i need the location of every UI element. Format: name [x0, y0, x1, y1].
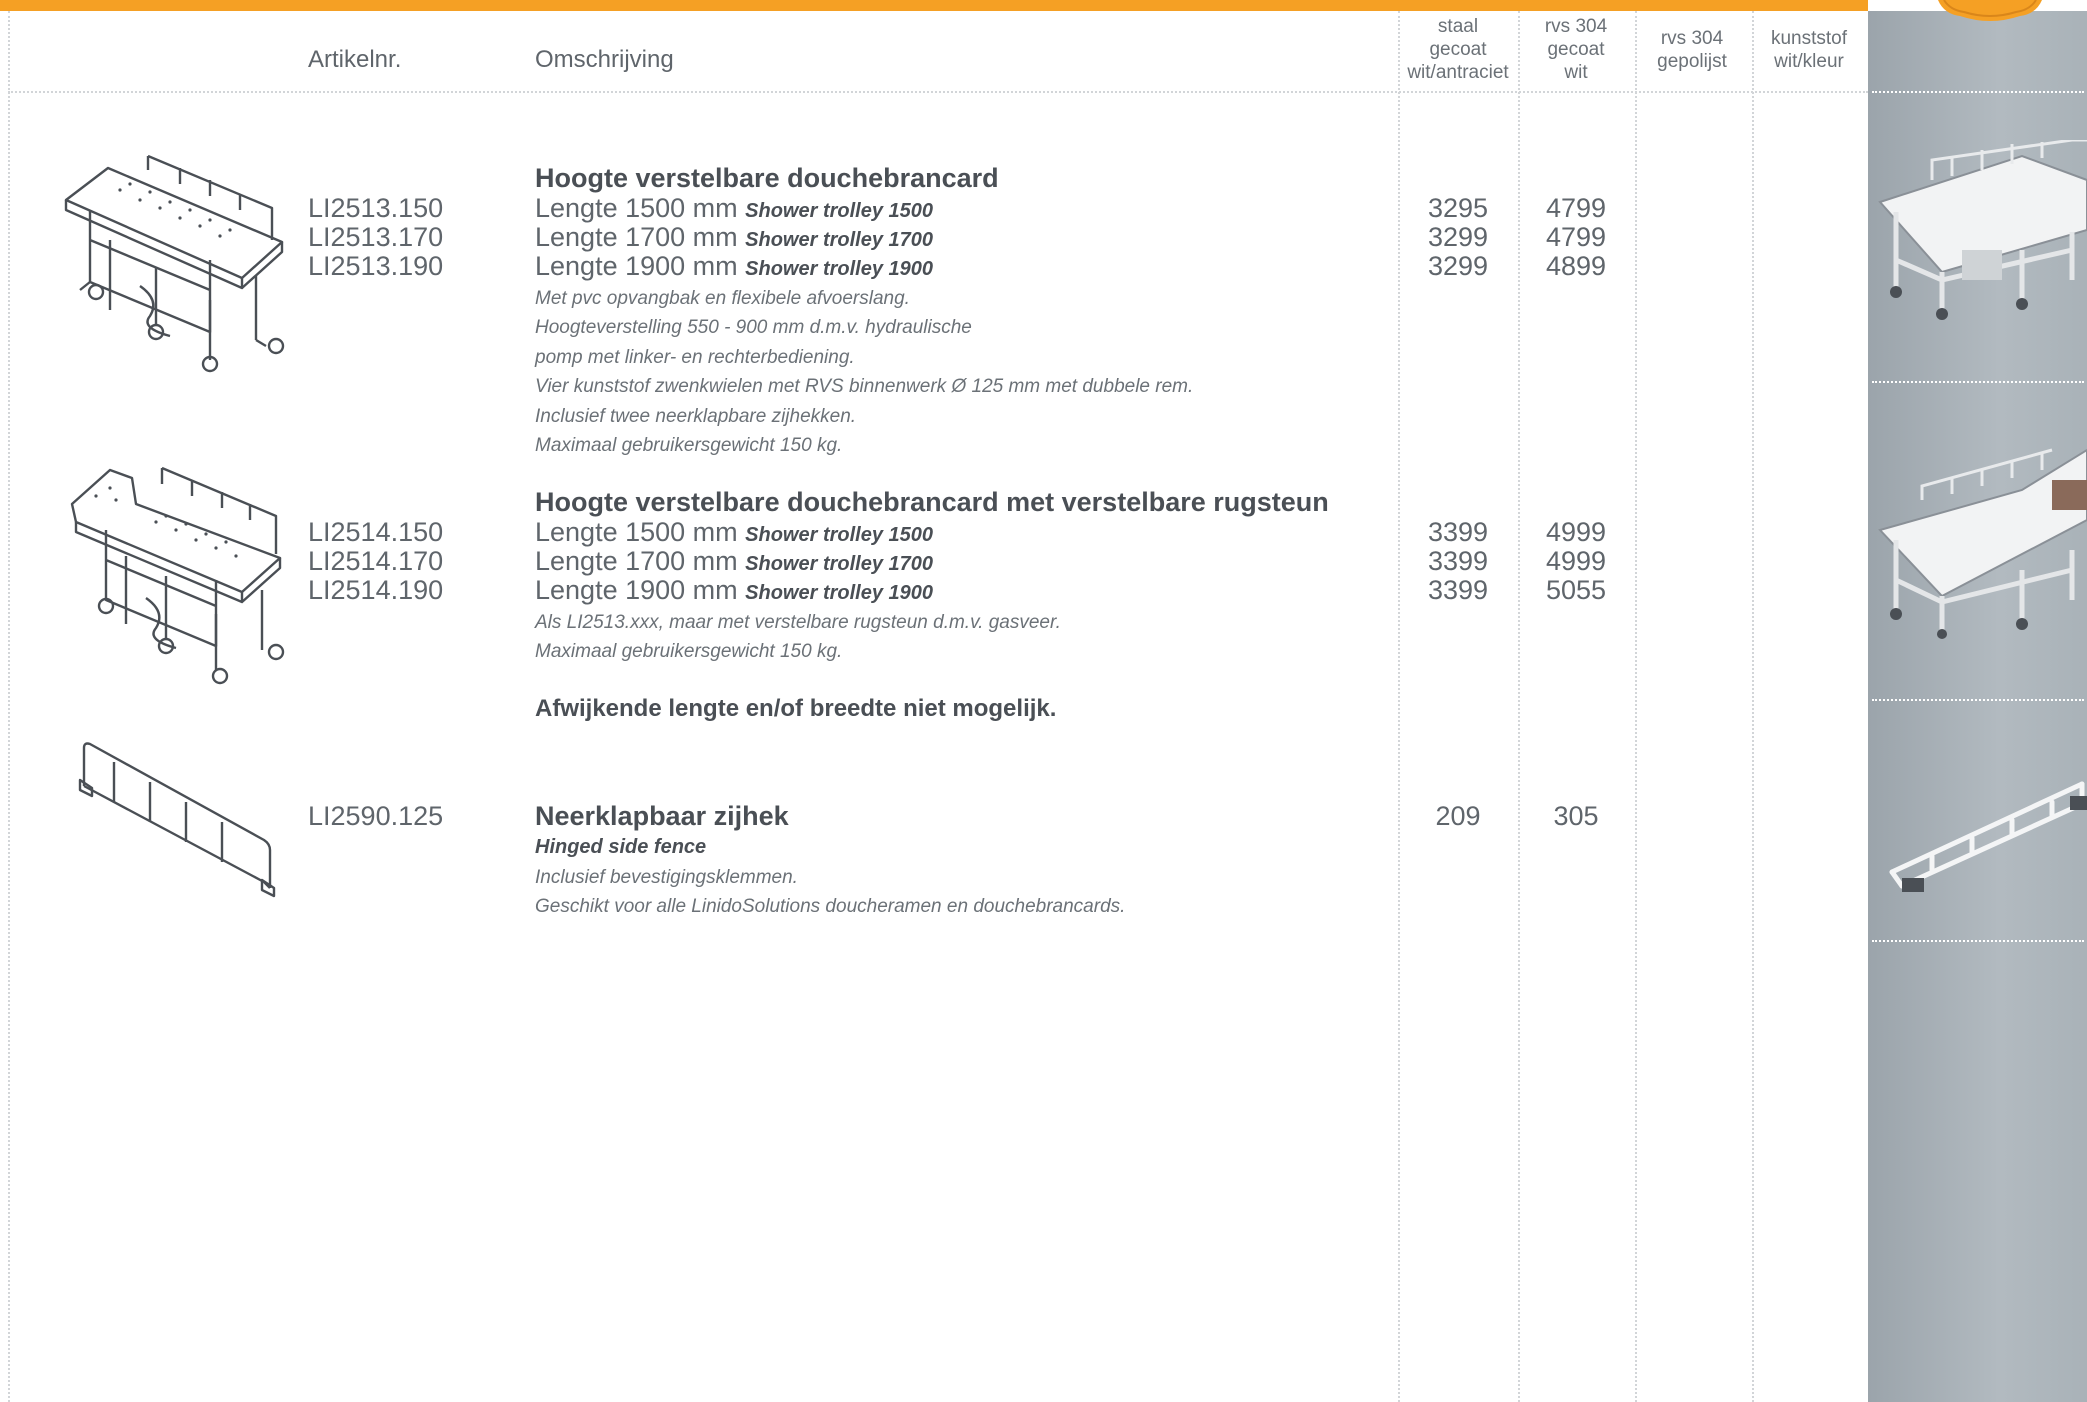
variant-label: Lengte 1500 mm	[535, 193, 738, 223]
column-divider	[1752, 11, 1754, 1402]
panel-divider	[1872, 940, 2084, 942]
side-fence-photo	[1889, 781, 2087, 892]
description-line: Inclusief twee neerklapbare zijhekken.	[535, 405, 857, 427]
variant-english: Shower trolley 1500	[745, 200, 934, 222]
shower-trolley-backrest-photo	[1878, 448, 2087, 639]
description-line: Met pvc opvangbak en flexibele afvoersla…	[535, 288, 910, 309]
product-english-name: Hinged side fence	[535, 836, 707, 858]
column-header-staal: staal gecoat wit/antraciet	[1407, 16, 1509, 83]
shower-trolley-photo	[1878, 140, 2087, 320]
product-title: Hoogte verstelbare douchebrancard met ve…	[535, 487, 1329, 517]
variant-label: Lengte 1700 mm	[535, 546, 738, 576]
article-codes: LI2514.150 LI2514.170 LI2514.190	[308, 517, 444, 605]
variant-row: Lengte 1700 mm Shower trolley 1700	[535, 223, 933, 252]
variant-english: Shower trolley 1500	[745, 524, 934, 546]
variant-label: Lengte 1700 mm	[535, 222, 738, 252]
product-title: Hoogte verstelbare douchebrancard	[535, 163, 999, 193]
variant-row: Lengte 1500 mm Shower trolley 1500	[535, 518, 933, 547]
variant-english: Shower trolley 1700	[745, 553, 934, 575]
product-title: Neerklapbaar zijhek	[535, 801, 789, 831]
description-line: Geschikt voor alle LinidoSolutions douch…	[535, 896, 1126, 918]
price-staal: 3295 3299 3299	[1427, 193, 1489, 281]
price-staal: 3399 3399 3399	[1427, 517, 1489, 605]
accent-bar	[0, 0, 1868, 11]
description-line: Vier kunststof zwenkwielen met RVS binne…	[535, 376, 1194, 398]
description-line: Inclusief bevestigingsklemmen.	[535, 867, 798, 888]
variant-label: Lengte 1900 mm	[535, 575, 738, 605]
panel-divider	[1872, 381, 2084, 383]
description-line: Als LI2513.xxx, maar met verstelbare rug…	[535, 612, 1061, 633]
variant-english: Shower trolley 1700	[745, 229, 934, 251]
column-header-rvs-gecoat: rvs 304 gecoat wit	[1544, 16, 1608, 83]
shower-trolley-drawing	[64, 154, 285, 373]
column-header-rvs-gepolijst: rvs 304 gepolijst	[1657, 28, 1727, 72]
shower-trolley-backrest-drawing	[70, 466, 285, 685]
variant-english: Shower trolley 1900	[745, 582, 934, 604]
column-header-kunststof: kunststof wit/kleur	[1770, 28, 1848, 72]
product-description: Als LI2513.xxx, maar met verstelbare rug…	[535, 608, 1061, 667]
article-codes: LI2590.125	[308, 801, 444, 831]
dimension-note: Afwijkende lengte en/of breedte niet mog…	[535, 695, 1057, 722]
price-staal: 209	[1435, 801, 1481, 831]
quality-seal-icon	[1938, 0, 2042, 21]
product-description: Inclusief bevestigingsklemmen. Geschikt …	[535, 863, 1125, 922]
price-rvs-gecoat: 4999 4999 5055	[1545, 517, 1607, 605]
article-codes: LI2513.150 LI2513.170 LI2513.190	[308, 193, 444, 281]
description-line: pomp met linker- en rechterbediening.	[535, 346, 855, 368]
panel-divider	[1872, 699, 2084, 701]
description-line: Hoogteverstelling 550 - 900 mm d.m.v. hy…	[535, 317, 972, 339]
variant-row: Lengte 1700 mm Shower trolley 1700	[535, 547, 933, 576]
price-rvs-gecoat: 4799 4799 4899	[1545, 193, 1607, 281]
page-edge-divider	[8, 11, 10, 1402]
description-line: Maximaal gebruikersgewicht 150 kg.	[535, 641, 843, 663]
variant-label: Lengte 1500 mm	[535, 517, 738, 547]
variant-row: Lengte 1900 mm Shower trolley 1900	[535, 576, 933, 605]
panel-divider	[1872, 91, 2084, 93]
side-fence-drawing	[78, 742, 276, 898]
description-line: Maximaal gebruikersgewicht 150 kg.	[535, 435, 843, 457]
price-rvs-gecoat: 305	[1553, 801, 1599, 831]
variant-row: Lengte 1500 mm Shower trolley 1500	[535, 194, 933, 223]
variant-label: Lengte 1900 mm	[535, 251, 738, 281]
description-header: Omschrijving	[535, 46, 674, 73]
variant-row: Lengte 1900 mm Shower trolley 1900	[535, 252, 933, 281]
article-number-header: Artikelnr.	[308, 46, 402, 73]
variant-english: Shower trolley 1900	[745, 258, 934, 280]
product-description: Met pvc opvangbak en flexibele afvoersla…	[535, 284, 1193, 460]
header-divider	[8, 91, 1868, 93]
